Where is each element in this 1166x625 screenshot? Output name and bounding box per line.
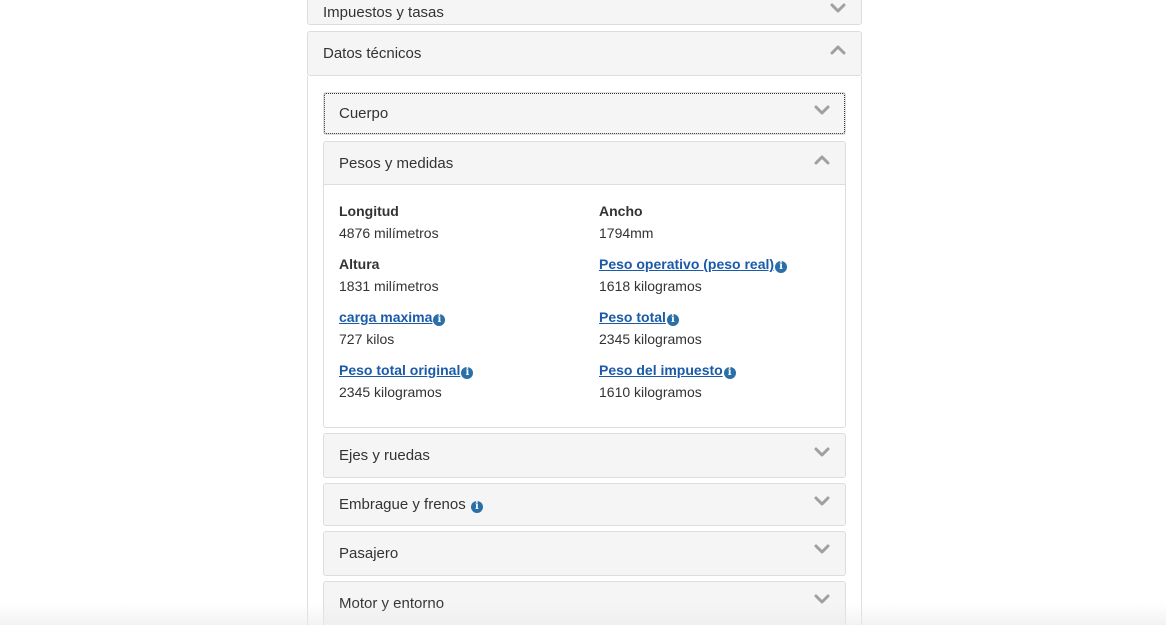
spec-value: 2345 kilogramos xyxy=(339,384,442,400)
peso-impuesto-link[interactable]: Peso del impuesto xyxy=(599,362,723,378)
info-icon[interactable]: i xyxy=(723,367,736,379)
carga-maxima-link[interactable]: carga maxima xyxy=(339,309,432,325)
panel-pasajero[interactable]: Pasajero xyxy=(323,531,846,576)
section-technical-title: Datos técnicos xyxy=(323,45,422,62)
spec-label: Altura xyxy=(339,256,380,272)
spec-longitud: Longitud 4876 milímetros xyxy=(339,201,439,243)
info-icon[interactable]: i xyxy=(433,314,446,326)
info-icon[interactable]: i xyxy=(461,367,474,379)
spec-label: Ancho xyxy=(599,203,643,219)
spec-peso-total: Peso total i 2345 kilogramos xyxy=(599,307,702,349)
panel-embrague-title: Embrague y frenos xyxy=(339,496,466,513)
spec-label-row: Peso operativo (peso real) i xyxy=(599,254,788,276)
spec-peso-total-original: Peso total original i 2345 kilogramos xyxy=(339,360,474,402)
page: Impuestos y tasas Datos técnicos Cuerpo … xyxy=(0,0,1166,625)
spec-altura: Altura 1831 milímetros xyxy=(339,254,439,296)
section-taxes-header[interactable]: Impuestos y tasas xyxy=(307,0,862,25)
chevron-down-icon[interactable] xyxy=(814,446,830,458)
chevron-down-icon[interactable] xyxy=(814,495,830,507)
section-technical-header[interactable]: Datos técnicos xyxy=(307,31,862,76)
spec-value: 1831 milímetros xyxy=(339,278,439,294)
spec-value: 1794mm xyxy=(599,225,654,241)
panel-pesos-y-medidas[interactable]: Pesos y medidas xyxy=(323,141,846,185)
panel-pasajero-title: Pasajero xyxy=(339,545,399,562)
chevron-down-icon[interactable] xyxy=(814,104,830,116)
peso-total-link[interactable]: Peso total xyxy=(599,309,666,325)
section-taxes-title: Impuestos y tasas xyxy=(323,4,444,21)
spec-peso-impuesto: Peso del impuesto i 1610 kilogramos xyxy=(599,360,736,402)
panel-pesos-title: Pesos y medidas xyxy=(339,155,454,172)
spec-peso-operativo: Peso operativo (peso real) i 1618 kilogra… xyxy=(599,254,788,296)
section-taxes[interactable]: Impuestos y tasas xyxy=(307,0,862,25)
info-icon[interactable]: i xyxy=(775,261,788,273)
panel-embrague-title-row: Embrague y frenos i xyxy=(339,496,483,513)
panel-ejes-y-ruedas[interactable]: Ejes y ruedas xyxy=(323,433,846,478)
peso-operativo-link[interactable]: Peso operativo (peso real) xyxy=(599,256,774,272)
chevron-down-icon[interactable] xyxy=(814,543,830,555)
panel-motor-y-entorno[interactable]: Motor y entorno xyxy=(323,581,846,625)
spec-label-row: Peso del impuesto i xyxy=(599,360,736,382)
peso-total-original-link[interactable]: Peso total original xyxy=(339,362,460,378)
panel-cuerpo-title: Cuerpo xyxy=(339,105,389,122)
spec-label-row: carga maxima i xyxy=(339,307,446,329)
panel-ejes-title: Ejes y ruedas xyxy=(339,447,430,464)
spec-value: 4876 milímetros xyxy=(339,225,439,241)
chevron-up-icon[interactable] xyxy=(814,154,830,166)
spec-value: 1618 kilogramos xyxy=(599,278,702,294)
chevron-up-icon[interactable] xyxy=(830,44,846,56)
chevron-down-icon[interactable] xyxy=(814,593,830,605)
spec-label-row: Peso total original i xyxy=(339,360,474,382)
spec-label: Longitud xyxy=(339,203,399,219)
panel-motor-title: Motor y entorno xyxy=(339,595,445,612)
spec-value: 727 kilos xyxy=(339,331,395,347)
panel-embrague-y-frenos[interactable]: Embrague y frenos i xyxy=(323,483,846,526)
spec-ancho: Ancho 1794mm xyxy=(599,201,653,243)
info-icon[interactable]: i xyxy=(470,501,483,513)
spec-label-row: Peso total i xyxy=(599,307,702,329)
spec-value: 2345 kilogramos xyxy=(599,331,702,347)
spec-carga-maxima: carga maxima i 727 kilos xyxy=(339,307,446,349)
info-icon[interactable]: i xyxy=(666,314,679,326)
chevron-down-icon[interactable] xyxy=(830,2,846,14)
spec-value: 1610 kilogramos xyxy=(599,384,702,400)
panel-cuerpo[interactable]: Cuerpo xyxy=(323,92,846,135)
